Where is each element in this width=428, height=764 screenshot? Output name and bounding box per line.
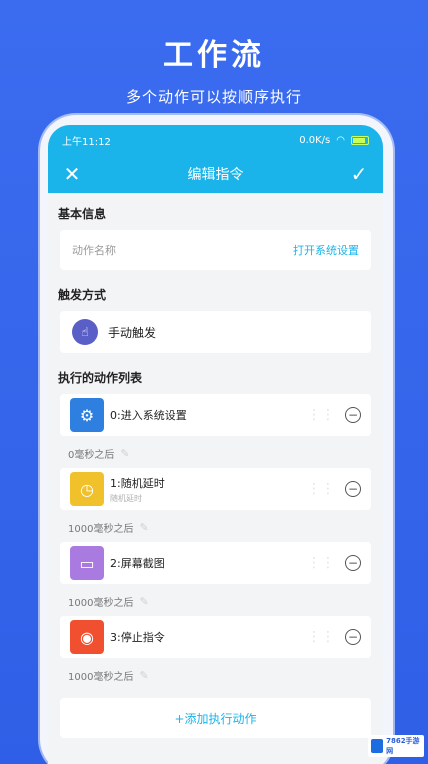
- image-icon: ▭: [70, 546, 104, 580]
- delay-text: 1000毫秒之后: [68, 524, 134, 535]
- actions-title: 执行的动作列表: [58, 371, 143, 385]
- status-bar: 上午11:12 0.0K/s ◠: [48, 125, 383, 155]
- trigger-title: 触发方式: [58, 288, 107, 302]
- battery-icon: [351, 135, 369, 145]
- close-icon[interactable]: ✕: [60, 162, 84, 186]
- trigger-label: 手动触发: [108, 325, 157, 340]
- app-bar: ✕ 编辑指令 ✓: [48, 155, 383, 193]
- action-item[interactable]: ◷ 1:随机延时 随机延时 ⋮⋮ −: [60, 468, 371, 510]
- net-speed: 0.0K/s: [299, 134, 331, 146]
- delay-row[interactable]: 1000毫秒之后 ✎: [48, 658, 383, 690]
- watermark-icon: [371, 739, 384, 753]
- action-item[interactable]: ▭ 2:屏幕截图 ⋮⋮ −: [60, 542, 371, 584]
- action-item[interactable]: ◉ 3:停止指令 ⋮⋮ −: [60, 616, 371, 658]
- confirm-icon[interactable]: ✓: [347, 162, 371, 186]
- clock-icon: ◷: [70, 472, 104, 506]
- action-label: 2:屏幕截图: [110, 557, 165, 570]
- action-name-value: 打开系统设置: [293, 244, 359, 257]
- drag-handle-icon[interactable]: ⋮⋮: [307, 481, 335, 497]
- delay-text: 1000毫秒之后: [68, 672, 134, 683]
- edit-icon[interactable]: ✎: [139, 521, 148, 534]
- delay-text: 0毫秒之后: [68, 450, 115, 461]
- action-label: 1:随机延时: [110, 476, 165, 490]
- drag-handle-icon[interactable]: ⋮⋮: [307, 407, 335, 423]
- action-name-label: 动作名称: [72, 244, 116, 257]
- delay-row[interactable]: 0毫秒之后 ✎: [48, 436, 383, 468]
- action-item[interactable]: ⚙ 0:进入系统设置 ⋮⋮ −: [60, 394, 371, 436]
- status-time: 上午11:12: [62, 136, 111, 148]
- edit-icon[interactable]: ✎: [120, 447, 129, 460]
- edit-icon[interactable]: ✎: [139, 669, 148, 682]
- trigger-option[interactable]: ☝ 手动触发: [60, 311, 371, 353]
- action-label: 0:进入系统设置: [110, 409, 187, 422]
- drag-handle-icon[interactable]: ⋮⋮: [307, 629, 335, 645]
- hero-subtitle: 多个动作可以按顺序执行: [125, 88, 302, 106]
- action-label: 3:停止指令: [110, 631, 165, 644]
- action-name-field[interactable]: 动作名称 打开系统设置: [60, 230, 371, 270]
- remove-icon[interactable]: −: [345, 481, 361, 497]
- delay-text: 1000毫秒之后: [68, 598, 134, 609]
- action-sublabel: 随机延时: [110, 493, 142, 503]
- watermark-text: 7862手游网: [386, 737, 420, 755]
- hand-icon: ☝: [72, 319, 98, 345]
- page-title: 编辑指令: [187, 167, 244, 183]
- remove-icon[interactable]: −: [345, 555, 361, 571]
- remove-icon[interactable]: −: [345, 407, 361, 423]
- settings-icon: ⚙: [70, 398, 104, 432]
- phone-screen: 上午11:12 0.0K/s ◠ ✕ 编辑指令 ✓ 基本信息 动作名称 打开系统…: [48, 125, 383, 764]
- delay-row[interactable]: 1000毫秒之后 ✎: [48, 584, 383, 616]
- watermark-logo: 7862手游网: [368, 735, 424, 757]
- drag-handle-icon[interactable]: ⋮⋮: [307, 555, 335, 571]
- basic-info-title: 基本信息: [58, 207, 107, 221]
- remove-icon[interactable]: −: [345, 629, 361, 645]
- wifi-icon: ◠: [336, 134, 345, 146]
- delay-row[interactable]: 1000毫秒之后 ✎: [48, 510, 383, 542]
- hero-title: 工作流: [163, 38, 265, 73]
- edit-icon[interactable]: ✎: [139, 595, 148, 608]
- stop-icon: ◉: [70, 620, 104, 654]
- add-action-button[interactable]: +添加执行动作: [60, 698, 371, 738]
